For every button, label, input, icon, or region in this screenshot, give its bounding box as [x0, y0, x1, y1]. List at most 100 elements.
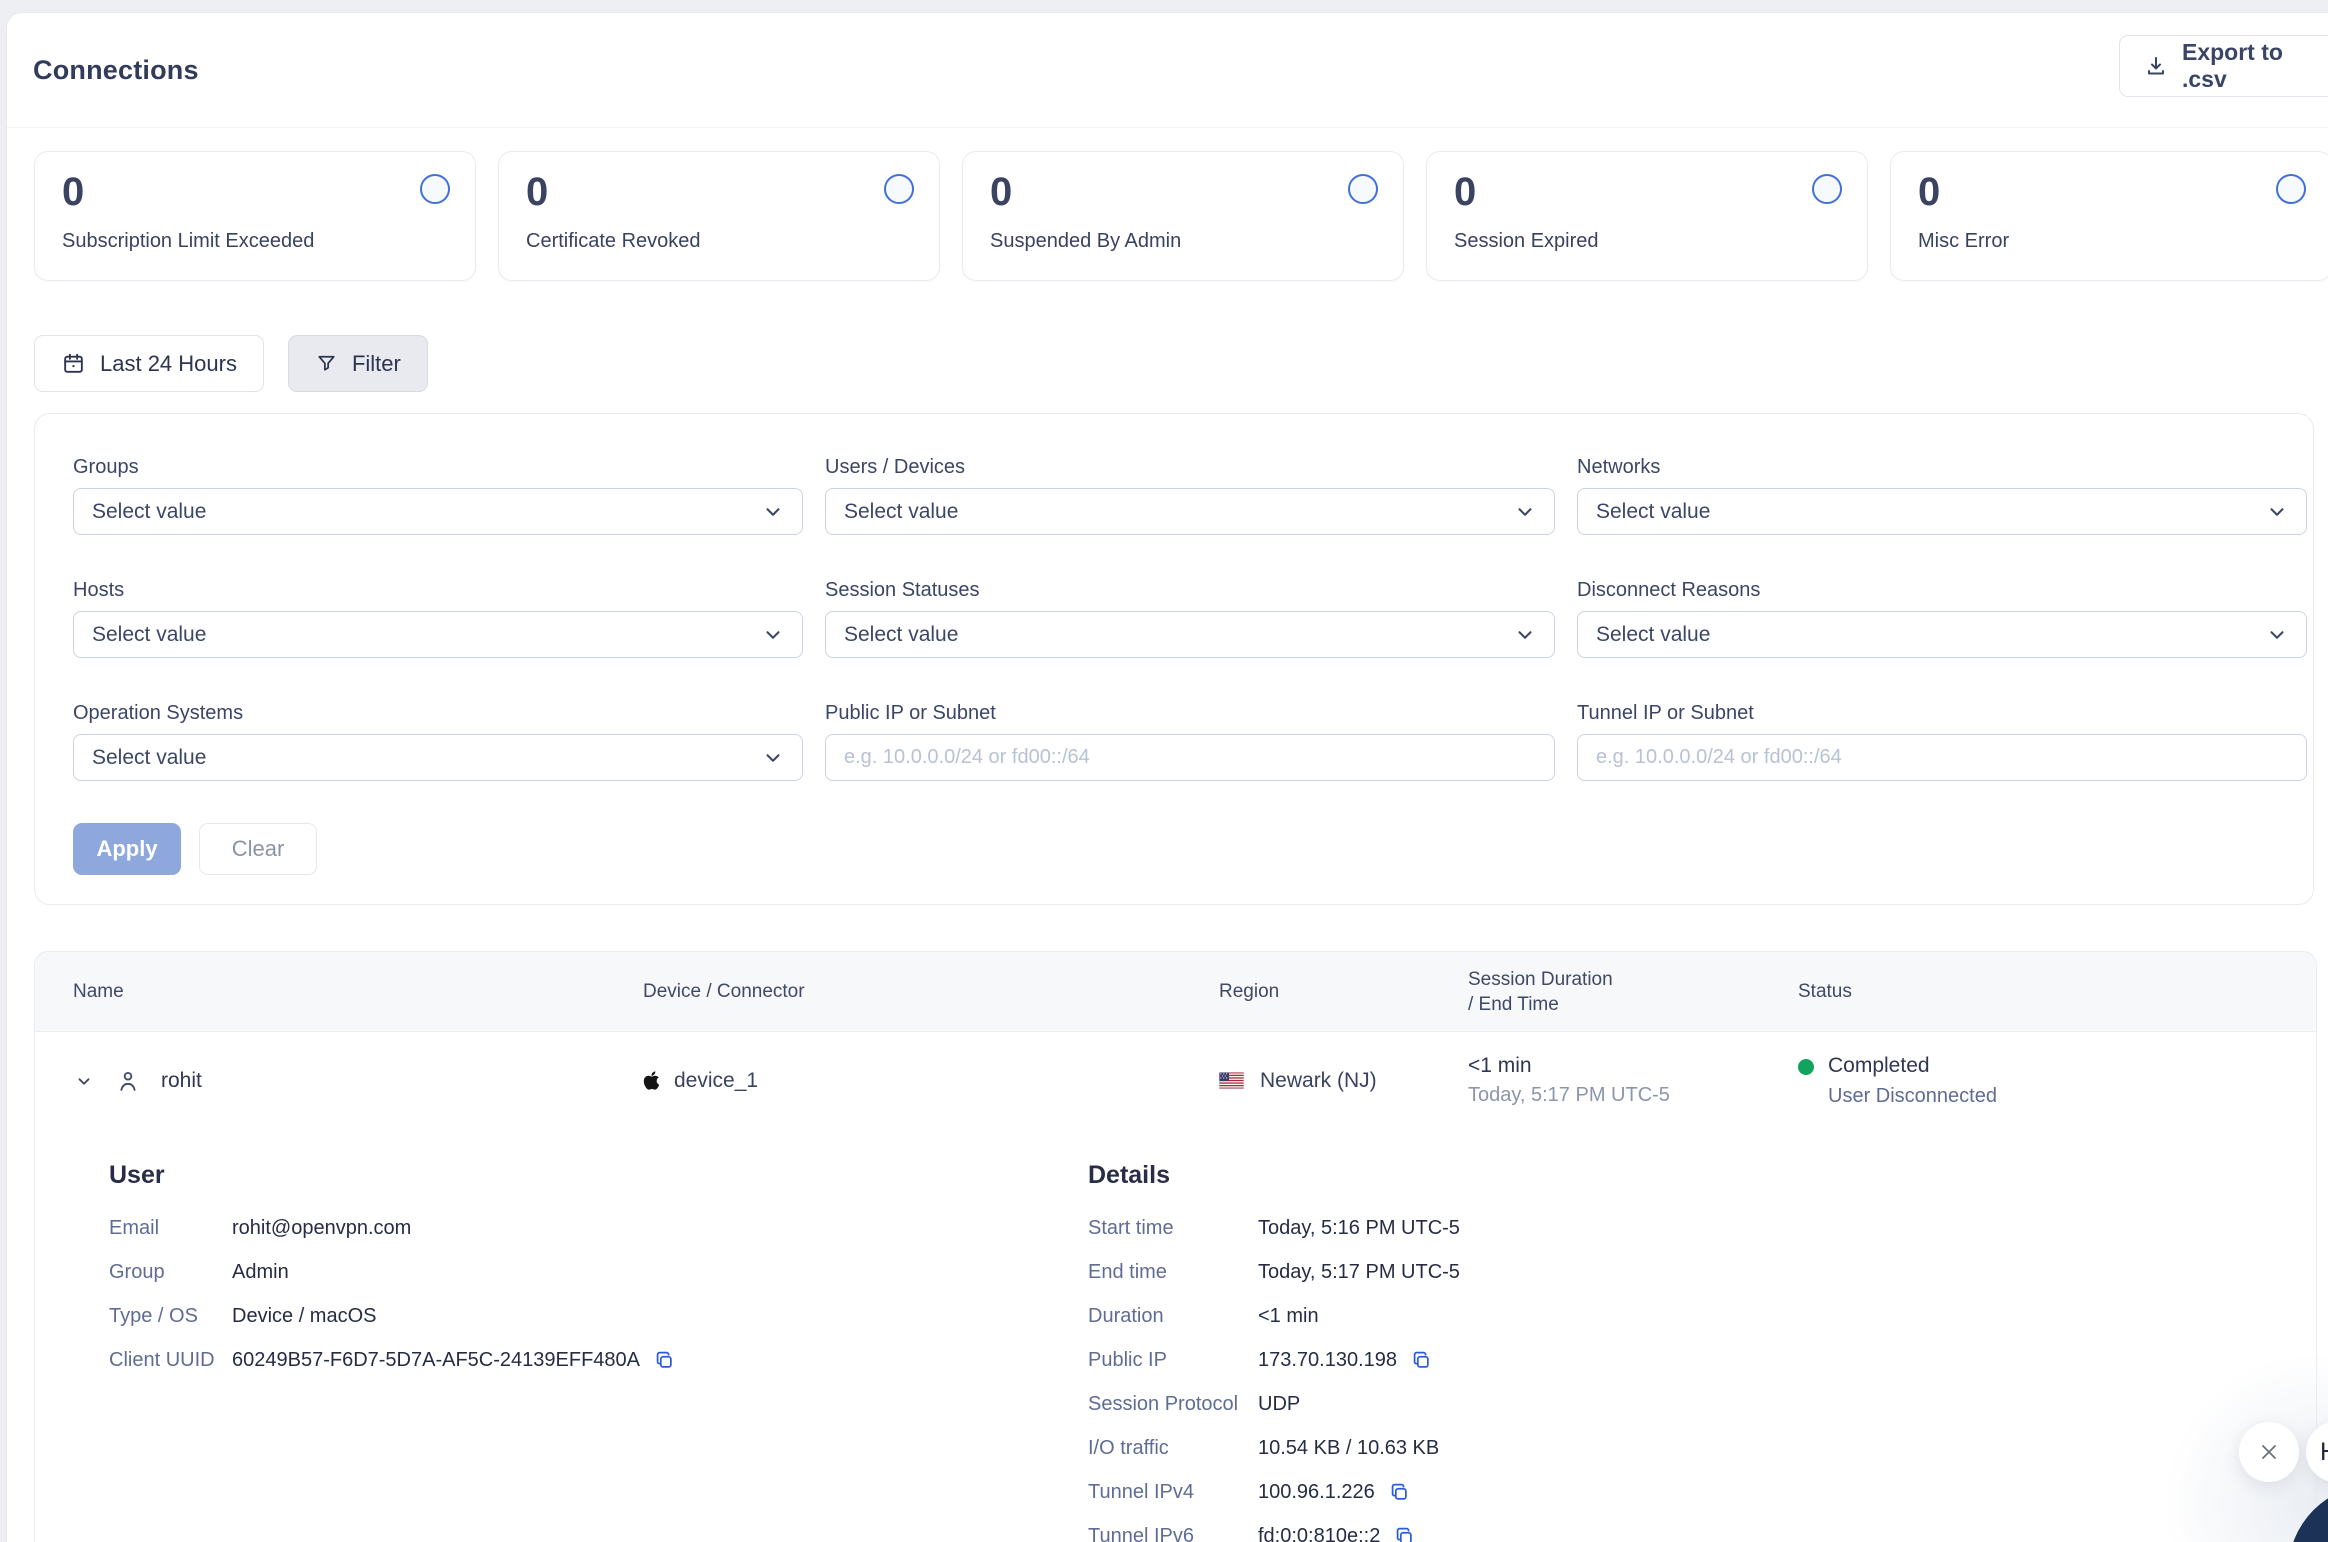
detail-row-io-traffic: I/O traffic 10.54 KB / 10.63 KB	[1088, 1437, 1460, 1459]
chevron-down-icon	[2266, 624, 2288, 646]
filter-field-hosts: Hosts Select value	[73, 579, 803, 658]
tunnel-ip-input[interactable]	[1577, 734, 2307, 781]
row-details: User Email rohit@openvpn.com Group Admin…	[35, 1129, 2316, 1542]
chevron-down-icon	[1514, 624, 1536, 646]
filter-field-users-devices: Users / Devices Select value	[825, 456, 1555, 535]
export-csv-button[interactable]: Export to .csv	[2119, 35, 2328, 97]
column-header-session-duration: Session Duration / End Time	[1430, 967, 1760, 1017]
help-pill-label: H	[2320, 1438, 2328, 1467]
date-range-button[interactable]: Last 24 Hours	[34, 335, 264, 392]
stat-value: 0	[990, 170, 1012, 215]
stat-card-misc-error[interactable]: 0 Misc Error	[1890, 151, 2328, 281]
filter-actions: Apply Clear	[73, 823, 2277, 875]
download-icon	[2144, 54, 2168, 78]
session-statuses-select[interactable]: Select value	[825, 611, 1555, 658]
detail-row-type-os: Type / OS Device / macOS	[109, 1305, 675, 1327]
page-header: Connections Export to .csv	[7, 13, 2328, 128]
filter-panel: Groups Select value Users / Devices Sele…	[34, 413, 2314, 905]
stat-value: 0	[526, 170, 548, 215]
select-value: Select value	[844, 500, 958, 524]
field-label: Disconnect Reasons	[1577, 579, 2307, 602]
column-header-status: Status	[1760, 979, 2316, 1004]
copy-icon[interactable]	[653, 1349, 675, 1371]
stat-radio-icon[interactable]	[1812, 174, 1842, 204]
detail-row-email: Email rohit@openvpn.com	[109, 1217, 675, 1239]
close-widget-button[interactable]	[2239, 1422, 2299, 1482]
column-header-device-connector: Device / Connector	[605, 979, 1181, 1004]
calendar-icon	[61, 351, 86, 376]
detail-row-tunnel-ipv4: Tunnel IPv4 100.96.1.226	[1088, 1481, 1460, 1503]
operation-systems-select[interactable]: Select value	[73, 734, 803, 781]
field-label: Public IP or Subnet	[825, 702, 1555, 725]
stat-label: Suspended By Admin	[990, 230, 1181, 253]
apply-button[interactable]: Apply	[73, 823, 181, 875]
stat-radio-icon[interactable]	[1348, 174, 1378, 204]
column-header-region: Region	[1181, 979, 1430, 1004]
select-value: Select value	[92, 500, 206, 524]
filter-field-tunnel-ip: Tunnel IP or Subnet	[1577, 702, 2307, 781]
filter-field-disconnect-reasons: Disconnect Reasons Select value	[1577, 579, 2307, 658]
field-label: Session Statuses	[825, 579, 1555, 602]
session-end-time: Today, 5:17 PM UTC-5	[1468, 1084, 1760, 1107]
toolbar: Last 24 Hours Filter	[34, 335, 428, 392]
table-row[interactable]: rohit device_1	[35, 1032, 2316, 1129]
groups-select[interactable]: Select value	[73, 488, 803, 535]
us-flag-icon	[1219, 1072, 1244, 1089]
detail-row-start-time: Start time Today, 5:16 PM UTC-5	[1088, 1217, 1460, 1239]
stat-label: Session Expired	[1454, 230, 1599, 253]
connection-region: Newark (NJ)	[1260, 1069, 1377, 1093]
filter-button[interactable]: Filter	[288, 335, 428, 392]
column-header-name: Name	[35, 979, 605, 1004]
stat-radio-icon[interactable]	[2276, 174, 2306, 204]
main-panel: Connections Export to .csv 0 Subscriptio…	[6, 12, 2328, 1542]
copy-icon[interactable]	[1393, 1525, 1415, 1542]
stat-radio-icon[interactable]	[884, 174, 914, 204]
stat-value: 0	[62, 170, 84, 215]
select-value: Select value	[92, 623, 206, 647]
field-label: Users / Devices	[825, 456, 1555, 479]
stat-label: Subscription Limit Exceeded	[62, 230, 314, 253]
detail-row-group: Group Admin	[109, 1261, 675, 1283]
status-dot-icon	[1798, 1059, 1814, 1075]
field-label: Tunnel IP or Subnet	[1577, 702, 2307, 725]
stat-card-session-expired[interactable]: 0 Session Expired	[1426, 151, 1868, 281]
status-detail: User Disconnected	[1828, 1085, 1997, 1108]
stat-card-subscription-limit-exceeded[interactable]: 0 Subscription Limit Exceeded	[34, 151, 476, 281]
filter-field-session-statuses: Session Statuses Select value	[825, 579, 1555, 658]
row-expander-chevron-icon[interactable]	[73, 1070, 95, 1092]
select-value: Select value	[1596, 623, 1710, 647]
connection-device-name: device_1	[674, 1069, 758, 1093]
stat-value: 0	[1918, 170, 1940, 215]
stat-card-suspended-by-admin[interactable]: 0 Suspended By Admin	[962, 151, 1404, 281]
public-ip-input[interactable]	[825, 734, 1555, 781]
detail-row-public-ip: Public IP 173.70.130.198	[1088, 1349, 1460, 1371]
stat-label: Certificate Revoked	[526, 230, 701, 253]
funnel-icon	[315, 352, 338, 375]
hosts-select[interactable]: Select value	[73, 611, 803, 658]
filter-field-groups: Groups Select value	[73, 456, 803, 535]
user-details-section: User Email rohit@openvpn.com Group Admin…	[109, 1161, 675, 1393]
date-range-label: Last 24 Hours	[100, 351, 237, 377]
detail-row-tunnel-ipv6: Tunnel IPv6 fd:0:0:810e::2	[1088, 1525, 1460, 1542]
stat-card-certificate-revoked[interactable]: 0 Certificate Revoked	[498, 151, 940, 281]
page-title: Connections	[33, 55, 199, 86]
filter-field-operation-systems: Operation Systems Select value	[73, 702, 803, 781]
field-label: Operation Systems	[73, 702, 803, 725]
detail-row-end-time: End time Today, 5:17 PM UTC-5	[1088, 1261, 1460, 1283]
detail-row-session-protocol: Session Protocol UDP	[1088, 1393, 1460, 1415]
detail-row-client-uuid: Client UUID 60249B57-F6D7-5D7A-AF5C-2413…	[109, 1349, 675, 1371]
clear-button[interactable]: Clear	[199, 823, 317, 875]
disconnect-reasons-select[interactable]: Select value	[1577, 611, 2307, 658]
stat-radio-icon[interactable]	[420, 174, 450, 204]
select-value: Select value	[1596, 500, 1710, 524]
field-label: Networks	[1577, 456, 2307, 479]
copy-icon[interactable]	[1410, 1349, 1432, 1371]
networks-select[interactable]: Select value	[1577, 488, 2307, 535]
table-header-row: Name Device / Connector Region Session D…	[35, 952, 2316, 1032]
chevron-down-icon	[762, 747, 784, 769]
stat-label: Misc Error	[1918, 230, 2009, 253]
copy-icon[interactable]	[1388, 1481, 1410, 1503]
users-devices-select[interactable]: Select value	[825, 488, 1555, 535]
close-icon	[2257, 1440, 2281, 1464]
chevron-down-icon	[762, 501, 784, 523]
